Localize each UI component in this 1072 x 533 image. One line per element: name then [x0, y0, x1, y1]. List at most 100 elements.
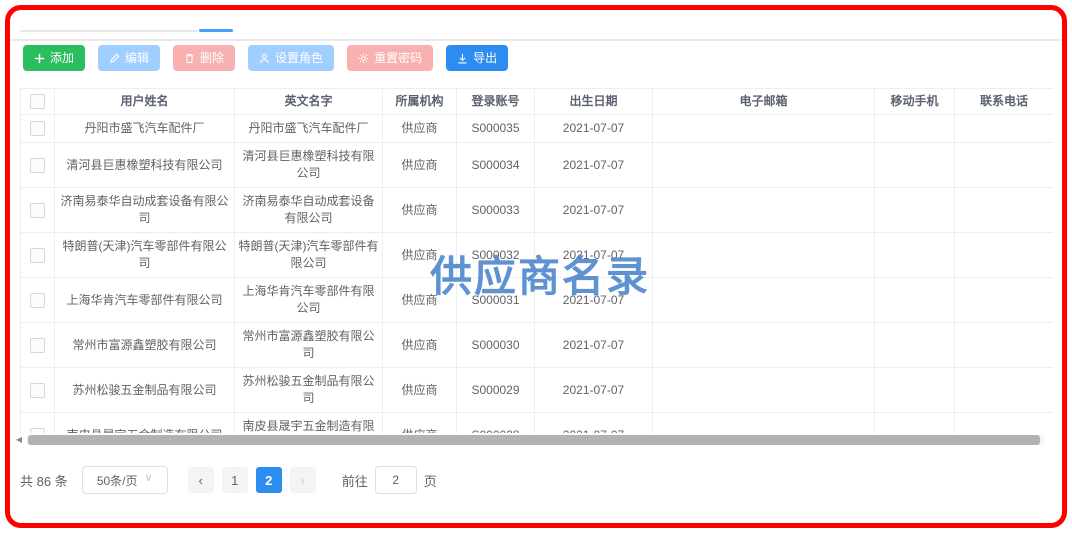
app-frame: 添加 编辑 删除 设置角色 重置密码	[5, 5, 1067, 528]
pencil-icon	[109, 53, 120, 64]
cell-email	[653, 413, 875, 434]
cell-name: 济南易泰华自动成套设备有限公司	[55, 188, 235, 233]
row-checkbox-cell	[21, 233, 55, 278]
cell-name: 南皮县晟宇五金制造有限公司	[55, 413, 235, 434]
cell-account: S000032	[457, 233, 535, 278]
next-page-button[interactable]: ›	[290, 467, 316, 493]
cell-mobile	[875, 115, 955, 143]
cell-email	[653, 115, 875, 143]
delete-button[interactable]: 删除	[173, 45, 235, 71]
table-row: 上海华肯汽车零部件有限公司上海华肯汽车零部件有限公司供应商S0000312021…	[21, 278, 1054, 323]
column-header-birth: 出生日期	[535, 89, 653, 115]
pagination: 共 86 条 50条/页 ∨ ‹ 1 2 › 前往 页	[20, 466, 437, 494]
cell-en: 丹阳市盛飞汽车配件厂	[235, 115, 383, 143]
scrollbar-thumb[interactable]	[28, 435, 1040, 445]
toolbar: 添加 编辑 删除 设置角色 重置密码	[18, 45, 508, 71]
cell-en: 清河县巨惠橡塑科技有限公司	[235, 143, 383, 188]
cell-email	[653, 278, 875, 323]
column-header-org: 所属机构	[383, 89, 457, 115]
cell-birth: 2021-07-07	[535, 115, 653, 143]
row-checkbox[interactable]	[30, 293, 45, 308]
cell-email	[653, 233, 875, 278]
plus-icon	[34, 53, 45, 64]
page-button-2[interactable]: 2	[256, 467, 282, 493]
edit-button[interactable]: 编辑	[98, 45, 160, 71]
cell-birth: 2021-07-07	[535, 278, 653, 323]
table-row: 济南易泰华自动成套设备有限公司济南易泰华自动成套设备有限公司供应商S000033…	[21, 188, 1054, 233]
add-button[interactable]: 添加	[23, 45, 85, 71]
column-header-name: 用户姓名	[55, 89, 235, 115]
header-divider	[10, 39, 1062, 41]
cell-birth: 2021-07-07	[535, 368, 653, 413]
cell-phone	[955, 323, 1054, 368]
cell-mobile	[875, 143, 955, 188]
export-button-label: 导出	[473, 52, 497, 64]
cell-en: 特朗普(天津)汽车零部件有限公司	[235, 233, 383, 278]
cell-en: 济南易泰华自动成套设备有限公司	[235, 188, 383, 233]
cell-email	[653, 143, 875, 188]
cell-account: S000029	[457, 368, 535, 413]
tab-active-indicator	[199, 29, 233, 32]
cell-org: 供应商	[383, 143, 457, 188]
row-checkbox[interactable]	[30, 121, 45, 136]
row-checkbox-cell	[21, 115, 55, 143]
row-checkbox[interactable]	[30, 248, 45, 263]
reset-password-button[interactable]: 重置密码	[347, 45, 433, 71]
row-checkbox[interactable]	[30, 158, 45, 173]
add-button-label: 添加	[50, 52, 74, 64]
cell-en: 常州市富源鑫塑胶有限公司	[235, 323, 383, 368]
scrollbar-track[interactable]	[26, 435, 1044, 445]
column-header-phone: 联系电话	[955, 89, 1054, 115]
row-checkbox[interactable]	[30, 338, 45, 353]
download-icon	[457, 53, 468, 64]
column-header-en: 英文名字	[235, 89, 383, 115]
cell-birth: 2021-07-07	[535, 143, 653, 188]
cell-name: 上海华肯汽车零部件有限公司	[55, 278, 235, 323]
cell-org: 供应商	[383, 278, 457, 323]
column-header-account: 登录账号	[457, 89, 535, 115]
column-header-mobile: 移动手机	[875, 89, 955, 115]
table-row: 清河县巨惠橡塑科技有限公司清河县巨惠橡塑科技有限公司供应商S0000342021…	[21, 143, 1054, 188]
cell-account: S000035	[457, 115, 535, 143]
cell-account: S000034	[457, 143, 535, 188]
suppliers-table: 用户姓名 英文名字 所属机构 登录账号 出生日期 电子邮箱 移动手机 联系电话 …	[20, 88, 1053, 433]
prev-page-button[interactable]: ‹	[188, 467, 214, 493]
cell-org: 供应商	[383, 368, 457, 413]
export-button[interactable]: 导出	[446, 45, 508, 71]
row-checkbox-cell	[21, 368, 55, 413]
cell-phone	[955, 115, 1054, 143]
row-checkbox-cell	[21, 413, 55, 434]
cell-name: 清河县巨惠橡塑科技有限公司	[55, 143, 235, 188]
table-row: 特朗普(天津)汽车零部件有限公司特朗普(天津)汽车零部件有限公司供应商S0000…	[21, 233, 1054, 278]
page-size-select[interactable]: 50条/页 ∨	[82, 466, 168, 494]
scroll-left-arrow-icon[interactable]: ◀	[12, 433, 26, 447]
user-icon	[259, 53, 270, 64]
cell-mobile	[875, 233, 955, 278]
set-role-button[interactable]: 设置角色	[248, 45, 334, 71]
cell-account: S000033	[457, 188, 535, 233]
cell-org: 供应商	[383, 413, 457, 434]
select-all-checkbox[interactable]	[30, 94, 45, 109]
row-checkbox[interactable]	[30, 203, 45, 218]
edit-button-label: 编辑	[125, 52, 149, 64]
cell-mobile	[875, 323, 955, 368]
cell-account: S000028	[457, 413, 535, 434]
select-all-cell	[21, 89, 55, 115]
cell-en: 上海华肯汽车零部件有限公司	[235, 278, 383, 323]
row-checkbox[interactable]	[30, 383, 45, 398]
page-button-1[interactable]: 1	[222, 467, 248, 493]
column-header-email: 电子邮箱	[653, 89, 875, 115]
goto-label: 前往	[342, 471, 368, 490]
cell-phone	[955, 188, 1054, 233]
row-checkbox-cell	[21, 323, 55, 368]
set-role-button-label: 设置角色	[275, 52, 323, 64]
cell-account: S000030	[457, 323, 535, 368]
goto-page-input[interactable]	[375, 466, 417, 494]
gear-icon	[358, 53, 369, 64]
cell-org: 供应商	[383, 233, 457, 278]
total-count: 共 86 条	[20, 471, 68, 490]
table-body: 丹阳市盛飞汽车配件厂丹阳市盛飞汽车配件厂供应商S0000352021-07-07…	[21, 115, 1054, 434]
cell-phone	[955, 413, 1054, 434]
cell-phone	[955, 143, 1054, 188]
cell-name: 苏州松骏五金制品有限公司	[55, 368, 235, 413]
